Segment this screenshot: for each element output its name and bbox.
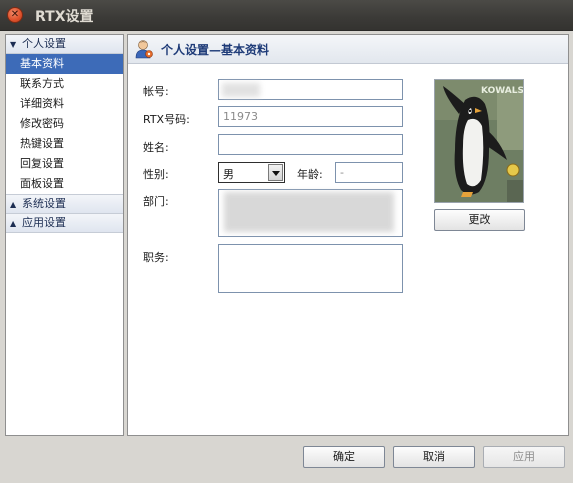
nav-item-contact[interactable]: 联系方式 <box>6 74 123 94</box>
cancel-button[interactable]: 取消 <box>393 446 475 468</box>
settings-nav: ▼ 个人设置 基本资料 联系方式 详细资料 修改密码 热键设置 回复设置 面板设置… <box>5 34 124 436</box>
account-label: 帐号: <box>143 85 169 98</box>
nav-item-reply[interactable]: 回复设置 <box>6 154 123 174</box>
collapsed-triangle-icon: ▲ <box>10 219 17 228</box>
collapsed-triangle-icon: ▲ <box>10 200 17 209</box>
nav-item-panel[interactable]: 面板设置 <box>6 174 123 194</box>
position-label: 职务: <box>143 251 169 264</box>
redacted-account <box>222 83 260 97</box>
avatar: KOWALS <box>434 79 524 203</box>
close-icon[interactable]: ✕ <box>7 7 23 23</box>
position-field[interactable] <box>218 244 403 293</box>
gender-label: 性别: <box>143 168 169 181</box>
nav-group-label: 系统设置 <box>22 197 66 210</box>
gender-select[interactable]: 男 <box>218 162 285 183</box>
age-label: 年龄: <box>297 168 323 181</box>
title-bar: ✕ RTX设置 <box>0 0 573 31</box>
nav-item-hotkeys[interactable]: 热键设置 <box>6 134 123 154</box>
name-field[interactable] <box>218 134 403 155</box>
rtx-number-field: 11973 <box>218 106 403 127</box>
panel-title: 个人设置—基本资料 <box>161 43 270 57</box>
change-avatar-button[interactable]: 更改 <box>434 209 525 231</box>
user-settings-icon <box>135 40 153 59</box>
nav-item-basic-info[interactable]: 基本资料 <box>6 54 123 74</box>
nav-group-apps[interactable]: ▲ 应用设置 <box>6 214 123 233</box>
nav-group-system[interactable]: ▲ 系统设置 <box>6 194 123 214</box>
gender-value: 男 <box>223 168 234 181</box>
avatar-caption: KOWALS <box>481 86 523 96</box>
rtx-label: RTX号码: <box>143 113 190 126</box>
expand-triangle-icon: ▼ <box>10 40 17 49</box>
ok-button[interactable]: 确定 <box>303 446 385 468</box>
nav-item-details[interactable]: 详细资料 <box>6 94 123 114</box>
nav-item-change-password[interactable]: 修改密码 <box>6 114 123 134</box>
penguin-avatar-image: KOWALS <box>435 80 523 202</box>
redacted-department <box>224 192 394 232</box>
apply-button[interactable]: 应用 <box>483 446 565 468</box>
nav-group-label: 个人设置 <box>22 37 66 50</box>
nav-group-label: 应用设置 <box>22 216 66 229</box>
name-label: 姓名: <box>143 141 169 154</box>
chevron-down-icon[interactable] <box>268 164 283 181</box>
nav-group-personal[interactable]: ▼ 个人设置 <box>6 35 123 54</box>
age-field: - <box>335 162 403 183</box>
department-label: 部门: <box>143 195 169 208</box>
window-title: RTX设置 <box>35 9 94 25</box>
